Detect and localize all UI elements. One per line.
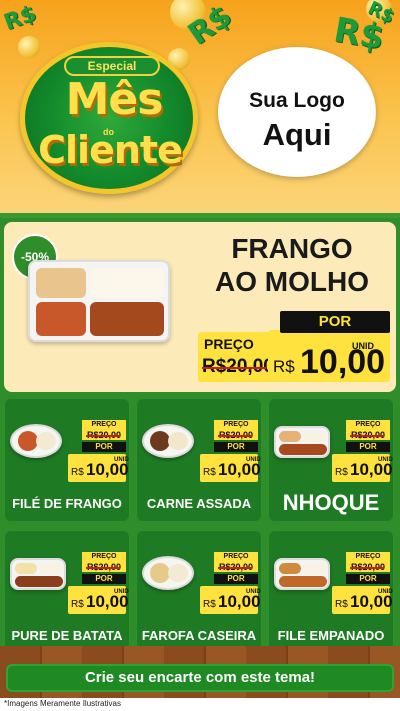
- logo-text-line2: Aqui: [262, 117, 332, 152]
- food-bowl-image: [142, 424, 194, 458]
- unit-label: UNID: [352, 341, 374, 351]
- new-price: 10,00: [350, 592, 393, 611]
- coin-icon: [18, 36, 40, 58]
- unit-label: UNID: [114, 589, 129, 595]
- strikethrough-line: [202, 367, 266, 369]
- logo-text-line1: Sua Logo: [249, 89, 345, 112]
- food-tray-image: [28, 260, 170, 342]
- new-price: 10,00: [218, 592, 261, 611]
- food-bowl-image: [10, 424, 62, 458]
- unit-label: UNID: [378, 457, 393, 463]
- product-name: NHOQUE: [282, 490, 380, 515]
- new-price: 10,00: [350, 460, 393, 479]
- strikethrough-line: [350, 567, 384, 569]
- badge-do-label: do: [103, 127, 114, 137]
- strikethrough-line: [86, 567, 120, 569]
- strikethrough-line: [86, 435, 120, 437]
- product-name: FILE EMPANADO: [277, 628, 385, 643]
- strikethrough-line: [350, 435, 384, 437]
- strikethrough-line: [218, 435, 252, 437]
- disclaimer-note: *Imagens Meramente Ilustrativas: [4, 699, 121, 708]
- product-name: FILÉ DE FRANGO: [12, 496, 122, 511]
- featured-title-line2: AO MOLHO: [215, 266, 369, 297]
- flyer: R$ R$ R$ R$ Especial Mês Cliente do Sua …: [0, 0, 400, 711]
- food-tray-image: [10, 558, 66, 590]
- product-name: CARNE ASSADA: [146, 496, 252, 511]
- por-label: POR: [214, 442, 258, 452]
- new-price: 10,00: [86, 460, 129, 479]
- food-tray-image: [274, 426, 330, 458]
- featured-title: FRANGO AO MOLHO: [190, 232, 394, 298]
- currency-symbol: R$: [71, 599, 84, 610]
- unit-label: UNID: [246, 457, 261, 463]
- unit-label: UNID: [378, 589, 393, 595]
- currency-symbol: R$: [203, 467, 216, 478]
- currency-symbol: R$: [273, 357, 295, 376]
- new-price: 10,00: [218, 460, 261, 479]
- strikethrough-line: [218, 567, 252, 569]
- por-label: POR: [280, 311, 390, 333]
- new-price: 10,00: [86, 592, 129, 611]
- product-name: PURE DE BATATA: [11, 628, 123, 643]
- unit-label: UNID: [114, 457, 129, 463]
- product-name: FAROFA CASEIRA: [141, 628, 257, 643]
- food-tray-image: [274, 558, 330, 590]
- por-label: POR: [82, 574, 126, 584]
- por-label: POR: [346, 574, 390, 584]
- unit-label: UNID: [246, 589, 261, 595]
- por-label: POR: [214, 574, 258, 584]
- por-label: POR: [346, 442, 390, 452]
- por-label: POR: [82, 442, 126, 452]
- currency-symbol: R$: [335, 599, 348, 610]
- badge-mes-label: Mês: [65, 74, 164, 125]
- badge-especial-label: Especial: [64, 56, 160, 76]
- money-bill-icon: R$: [0, 1, 40, 36]
- featured-title-line1: FRANGO: [231, 233, 353, 264]
- header-banner: R$ R$ R$ R$ Especial Mês Cliente do Sua …: [0, 0, 400, 215]
- logo-placeholder: Sua Logo Aqui: [218, 47, 376, 177]
- preco-label: PREÇO: [204, 336, 254, 352]
- currency-symbol: R$: [335, 467, 348, 478]
- food-bowl-image: [142, 556, 194, 590]
- currency-symbol: R$: [203, 599, 216, 610]
- cta-banner[interactable]: Crie seu encarte com este tema!: [6, 664, 394, 692]
- currency-symbol: R$: [71, 467, 84, 478]
